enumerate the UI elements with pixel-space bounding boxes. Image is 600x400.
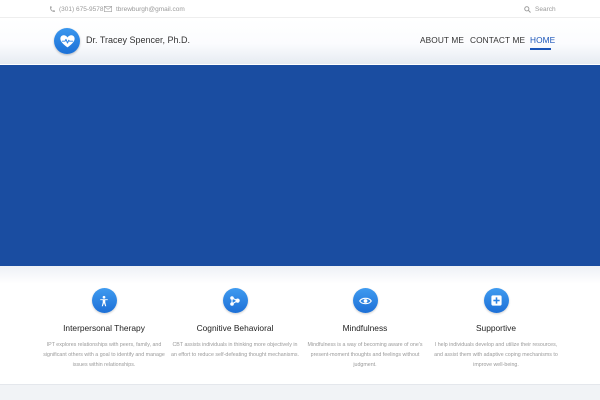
service-interpersonal-therapy: Interpersonal Therapy IPT explores relat… [40,288,168,370]
site-logo[interactable] [54,28,80,54]
service-mindfulness: Mindfulness Mindfulness is a way of beco… [301,288,429,370]
site-header: Dr. Tracey Spencer, Ph.D. ABOUT ME CONTA… [0,19,600,64]
service-title: Supportive [475,323,517,333]
service-description: I help individuals develop and utilize t… [434,342,558,368]
service-description: Mindfulness is a way of becoming aware o… [307,342,423,368]
eye-icon [358,297,372,304]
service-icon [222,288,248,313]
nav-contact-me[interactable]: CONTACT ME [470,35,525,45]
magnifier-icon [524,5,531,13]
nav-about-me[interactable]: ABOUT ME [420,35,464,45]
phone-number: (301) 675-9578 [59,5,104,13]
service-supportive: Supportive I help individuals develop an… [432,288,560,370]
nav-home[interactable]: HOME [530,35,555,45]
service-title: Interpersonal Therapy [63,323,145,333]
service-cognitive-behavioral: Cognitive Behavioral CBT assists individ… [171,288,299,360]
service-icon [352,288,378,313]
footer-band [0,384,600,400]
email-address: tbrewburgh@gmail.com [116,5,185,13]
service-icon [483,288,509,313]
search-input[interactable]: Search [535,6,556,13]
topbar-phone[interactable]: (301) 675-9578 [49,3,103,15]
plus-square-icon [490,295,502,306]
site-title[interactable]: Dr. Tracey Spencer, Ph.D. [86,35,190,45]
service-description: CBT assists individuals in thinking more… [171,342,299,358]
top-bar: (301) 675-9578 tbrewburgh@gmail.com Sear… [0,0,600,18]
envelope-icon [104,6,112,12]
service-title: Cognitive Behavioral [196,323,274,333]
hero-banner [0,65,600,266]
service-icon [91,288,117,313]
person-icon [100,295,108,306]
heart-pulse-icon [59,34,75,47]
topbar-email[interactable]: tbrewburgh@gmail.com [104,3,185,15]
services-section: Interpersonal Therapy IPT explores relat… [0,266,600,386]
service-description: IPT explores relationships with peers, f… [43,342,165,368]
active-nav-indicator [530,48,551,50]
topbar-search[interactable]: Search [524,3,556,15]
phone-icon [49,5,55,12]
network-icon [230,295,240,306]
service-title: Mindfulness [342,323,388,333]
